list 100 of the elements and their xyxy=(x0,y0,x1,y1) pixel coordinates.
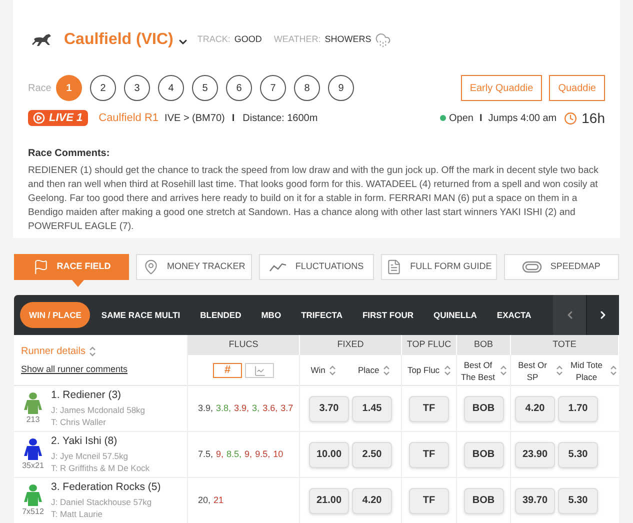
jump-time: Jumps 4:00 am xyxy=(488,112,557,126)
sort-icon xyxy=(500,365,507,376)
top-fluc-button[interactable]: TF xyxy=(409,396,449,422)
silk-number: 213 xyxy=(26,414,40,426)
track-label: TRACK: xyxy=(197,33,230,46)
bob-button[interactable]: BOB xyxy=(464,442,504,468)
place-odds-button[interactable]: 1.45 xyxy=(352,396,392,422)
column-header[interactable]: Place xyxy=(358,364,380,377)
silk-number: 7x512 xyxy=(22,506,44,518)
bet-type-tab[interactable]: FIRST FOUR xyxy=(353,302,422,328)
show-comments-link[interactable]: Show all runner comments xyxy=(21,363,187,377)
race-comments: REDIENER (1) should get the chance to track the speed from low draw and with the gun jock up. Off the mark in decent style two back and then ran well when third at Rosehill last time. That looks good form for this. WATADEEL (4) returned from a spell and won cosily at Geelong. Far too good there and arrives here ready to build on it for a stable in form. FERRARI MAN (6) put a space on them in a Bendigo maiden after making a good one stretch at Sandown. Has a chance along with other last start winners YAKI ISHI (2) and POWERFUL EAGLE (7). xyxy=(28,164,600,234)
runner-name[interactable]: 2. Yaki Ishi (8) xyxy=(51,434,150,450)
jockey-name: J: Daniel Stackhouse 57kg xyxy=(51,496,153,508)
win-odds-button[interactable]: 3.70 xyxy=(309,396,349,422)
bob-button[interactable]: BOB xyxy=(464,396,504,422)
scroll-right-button[interactable] xyxy=(586,295,619,335)
race-number[interactable]: 4 xyxy=(158,75,184,101)
pointer-triangle-icon xyxy=(72,280,84,287)
race-number[interactable]: 6 xyxy=(226,75,252,101)
clock-icon xyxy=(564,112,577,124)
top-fluc-button[interactable]: TF xyxy=(409,488,449,514)
fluc-value: 3.7 xyxy=(280,402,294,415)
section-tab[interactable]: MONEY TRACKER xyxy=(136,254,252,280)
tote-place-button[interactable]: 5.30 xyxy=(558,488,598,514)
column-header[interactable]: Win xyxy=(310,364,326,377)
tote-place-button[interactable]: 5.30 xyxy=(558,442,598,468)
column-group-header: FIXED xyxy=(300,335,402,355)
weather-label: WEATHER: xyxy=(274,33,321,46)
trainer-name: T: Chris Waller xyxy=(51,416,107,430)
jockey-name: J: Jye Mcneil 57.5kg xyxy=(51,450,130,462)
separator: I xyxy=(479,112,482,126)
fluc-value: 9, xyxy=(216,448,224,461)
column-header[interactable]: Best Or SP xyxy=(514,358,552,382)
column-group-header: BOB xyxy=(457,335,511,355)
race-number[interactable]: 9 xyxy=(328,75,354,101)
win-odds-button[interactable]: 10.00 xyxy=(309,442,349,468)
bet-type-tab[interactable]: BLENDED xyxy=(191,302,250,328)
runner-name[interactable]: 3. Federation Rocks (5) xyxy=(51,480,161,496)
race-number[interactable]: 7 xyxy=(260,75,286,101)
line-chart-icon xyxy=(254,364,266,376)
place-odds-button[interactable]: 4.20 xyxy=(352,488,392,514)
bet-type-tab[interactable]: MBO xyxy=(252,302,290,328)
race-number[interactable]: 8 xyxy=(294,75,320,101)
tote-odds-button[interactable]: 4.20 xyxy=(515,396,555,422)
bob-button[interactable]: BOB xyxy=(464,488,504,514)
countdown: 16h xyxy=(582,108,605,128)
fluc-value: 3.9, xyxy=(234,402,250,415)
section-tab[interactable]: SPEEDMAP xyxy=(504,254,620,280)
sort-icon xyxy=(89,346,96,358)
fluc-value: 21 xyxy=(214,494,224,507)
race-number[interactable]: 5 xyxy=(192,75,218,101)
line-chart-icon xyxy=(269,262,288,272)
race-number[interactable]: 2 xyxy=(90,75,116,101)
tote-odds-button[interactable]: 39.70 xyxy=(515,488,555,514)
section-tab[interactable]: FULL FORM GUIDE xyxy=(381,254,497,280)
tote-odds-button[interactable]: 23.90 xyxy=(515,442,555,468)
jockey-silk-icon xyxy=(23,392,43,414)
section-tab[interactable]: FLUCTUATIONS xyxy=(258,254,374,280)
silk-number: 35x21 xyxy=(22,460,44,472)
bet-type-tab[interactable]: SAME RACE MULTI xyxy=(92,302,190,328)
jockey-silk-icon xyxy=(23,438,43,460)
fluc-value: 3.9, xyxy=(198,402,214,415)
chart-view-toggle[interactable] xyxy=(245,363,274,378)
fluc-value: 20, xyxy=(198,494,211,507)
comments-title: Race Comments: xyxy=(28,147,111,160)
fluc-value: 9, xyxy=(244,448,252,461)
play-icon xyxy=(33,112,45,124)
fluc-value: 10 xyxy=(273,448,284,461)
bet-type-tab[interactable]: TRIFECTA xyxy=(292,302,352,328)
race-number[interactable]: 3 xyxy=(124,75,150,101)
column-header[interactable]: Top Fluc xyxy=(407,364,440,377)
sort-icon xyxy=(329,365,336,376)
bet-type-tab[interactable]: QUINELLA xyxy=(424,302,486,328)
runner-name[interactable]: 1. Rediener (3) xyxy=(51,388,146,404)
race-status: Open xyxy=(449,112,474,126)
trainer-name: T: R Griffiths & M De Kock xyxy=(51,462,150,476)
win-odds-button[interactable]: 21.00 xyxy=(309,488,349,514)
place-odds-button[interactable]: 2.50 xyxy=(352,442,392,468)
fluc-value: 7.5, xyxy=(198,448,214,461)
column-group-header: TOP FLUC xyxy=(402,335,457,355)
map-pin-icon xyxy=(143,259,160,275)
jockey-name: J: James Mcdonald 58kg xyxy=(51,404,146,416)
bet-type-tab[interactable]: EXACTA xyxy=(488,302,540,328)
weather-value: SHOWERS xyxy=(324,33,372,46)
column-group-header: TOTE xyxy=(511,335,619,355)
fluc-value: 9.5, xyxy=(255,448,270,461)
race-distance: Distance: 1600m xyxy=(242,112,318,126)
sort-icon xyxy=(444,365,451,376)
top-fluc-button[interactable]: TF xyxy=(409,442,449,468)
race-class: IVE > (BM70) xyxy=(164,112,225,126)
document-icon xyxy=(386,259,402,275)
sort-icon xyxy=(556,365,562,376)
fluc-value: 3, xyxy=(252,402,260,415)
sort-icon xyxy=(383,365,390,376)
tote-place-button[interactable]: 1.70 xyxy=(558,396,598,422)
flag-icon xyxy=(32,259,49,275)
cloud-rain-icon xyxy=(375,32,392,48)
column-header[interactable]: Best Of The Best xyxy=(460,358,496,382)
column-header[interactable]: Mid Tote Place xyxy=(568,358,606,382)
